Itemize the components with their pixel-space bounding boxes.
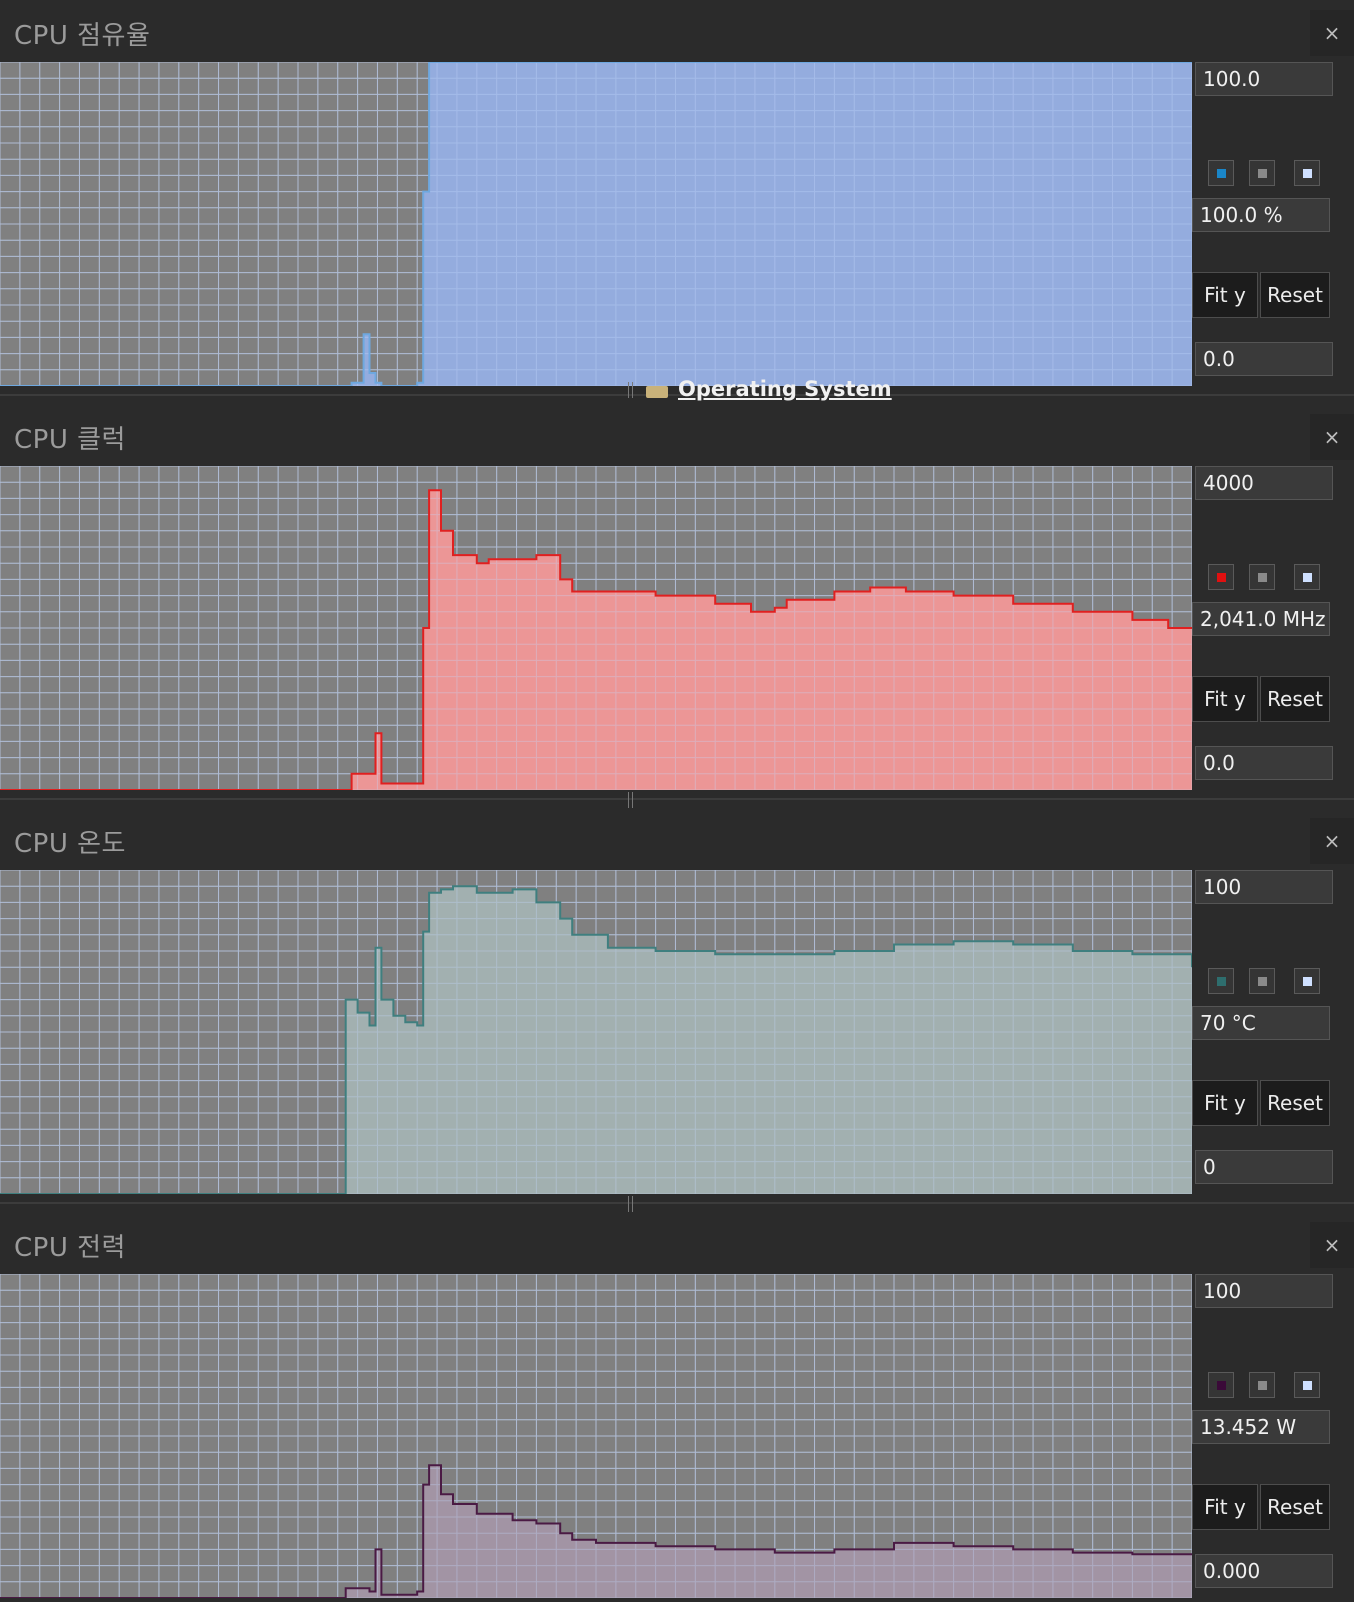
grid-color-icon <box>1303 573 1312 582</box>
background-color-icon <box>1258 169 1267 178</box>
panel-title: CPU 점유율 <box>14 21 151 51</box>
close-icon[interactable]: × <box>1310 818 1354 864</box>
splitter-grip[interactable] <box>628 792 633 808</box>
grid-color-icon <box>1303 169 1312 178</box>
y-min-field[interactable]: 0.0 <box>1195 746 1333 780</box>
reset-button[interactable]: Reset <box>1260 272 1330 318</box>
folder-icon <box>646 386 668 398</box>
background-color-icon <box>1258 573 1267 582</box>
background-color-swatch[interactable] <box>1249 1372 1275 1398</box>
panel-controls: 100 13.452 W Fit y Reset 0.000 <box>1192 1272 1354 1602</box>
panel-header: CPU 전력 × <box>0 1212 1354 1272</box>
background-color-swatch[interactable] <box>1249 564 1275 590</box>
fit-y-button[interactable]: Fit y <box>1192 1484 1258 1530</box>
panel-divider <box>0 394 1354 396</box>
line-color-icon <box>1217 1381 1226 1390</box>
background-color-icon <box>1258 977 1267 986</box>
fit-y-button[interactable]: Fit y <box>1192 272 1258 318</box>
current-value-display: 70 °C <box>1192 1006 1330 1040</box>
y-max-field[interactable]: 4000 <box>1195 466 1333 500</box>
reset-button[interactable]: Reset <box>1260 1080 1330 1126</box>
panel-title: CPU 클럭 <box>14 425 126 455</box>
panel-header: CPU 점유율 × <box>0 0 1354 60</box>
line-color-swatch[interactable] <box>1208 968 1234 994</box>
panel-title: CPU 전력 <box>14 1233 126 1263</box>
current-value-display: 13.452 W <box>1192 1410 1330 1444</box>
background-color-swatch[interactable] <box>1249 160 1275 186</box>
splitter-grip[interactable] <box>628 1196 633 1212</box>
line-color-swatch[interactable] <box>1208 160 1234 186</box>
cpu-temperature-panel: CPU 온도 × 100 70 °C Fit y Reset 0 <box>0 808 1354 1212</box>
line-color-icon <box>1217 977 1226 986</box>
close-icon[interactable]: × <box>1310 414 1354 460</box>
y-max-field[interactable]: 100.0 <box>1195 62 1333 96</box>
grid-color-icon <box>1303 977 1312 986</box>
line-color-icon <box>1217 169 1226 178</box>
grid-color-swatch[interactable] <box>1294 968 1320 994</box>
reset-button[interactable]: Reset <box>1260 1484 1330 1530</box>
panel-title: CPU 온도 <box>14 829 126 859</box>
grid-color-icon <box>1303 1381 1312 1390</box>
chart-grid-overlay <box>0 466 1192 790</box>
y-max-field[interactable]: 100 <box>1195 870 1333 904</box>
cpu-usage-chart[interactable] <box>0 62 1192 386</box>
grid-color-swatch[interactable] <box>1294 1372 1320 1398</box>
panel-controls: 100 70 °C Fit y Reset 0 <box>1192 868 1354 1198</box>
panel-controls: 4000 2,041.0 MHz Fit y Reset 0.0 <box>1192 464 1354 794</box>
chart-grid-overlay <box>0 870 1192 1194</box>
line-color-icon <box>1217 573 1226 582</box>
cpu-power-chart[interactable] <box>0 1274 1192 1598</box>
grid-color-swatch[interactable] <box>1294 160 1320 186</box>
y-max-field[interactable]: 100 <box>1195 1274 1333 1308</box>
fit-y-button[interactable]: Fit y <box>1192 1080 1258 1126</box>
close-icon[interactable]: × <box>1310 1222 1354 1268</box>
operating-system-link[interactable]: Operating System <box>678 377 892 401</box>
grid-color-swatch[interactable] <box>1294 564 1320 590</box>
cpu-temperature-chart[interactable] <box>0 870 1192 1194</box>
panel-divider <box>0 798 1354 800</box>
cpu-clock-chart[interactable] <box>0 466 1192 790</box>
close-icon[interactable]: × <box>1310 10 1354 56</box>
y-min-field[interactable]: 0.0 <box>1195 342 1333 376</box>
background-color-icon <box>1258 1381 1267 1390</box>
panel-controls: 100.0 100.0 % Fit y Reset 0.0 <box>1192 60 1354 390</box>
cpu-clock-panel: CPU 클럭 × 4000 2,041.0 MHz Fit y Reset 0.… <box>0 404 1354 808</box>
reset-button[interactable]: Reset <box>1260 676 1330 722</box>
line-color-swatch[interactable] <box>1208 1372 1234 1398</box>
panel-divider <box>0 1202 1354 1204</box>
splitter-grip[interactable] <box>628 382 633 398</box>
cpu-power-panel: CPU 전력 × 100 13.452 W Fit y Reset 0.000 <box>0 1212 1354 1602</box>
cpu-usage-panel: CPU 점유율 × 100.0 100.0 % Fit y Reset 0.0 <box>0 0 1354 404</box>
current-value-display: 2,041.0 MHz <box>1192 602 1330 636</box>
panel-header: CPU 온도 × <box>0 808 1354 868</box>
background-color-swatch[interactable] <box>1249 968 1275 994</box>
panel-header: CPU 클럭 × <box>0 404 1354 464</box>
line-color-swatch[interactable] <box>1208 564 1234 590</box>
fit-y-button[interactable]: Fit y <box>1192 676 1258 722</box>
current-value-display: 100.0 % <box>1192 198 1330 232</box>
chart-grid-overlay <box>0 62 1192 386</box>
y-min-field[interactable]: 0 <box>1195 1150 1333 1184</box>
y-min-field[interactable]: 0.000 <box>1195 1554 1333 1588</box>
